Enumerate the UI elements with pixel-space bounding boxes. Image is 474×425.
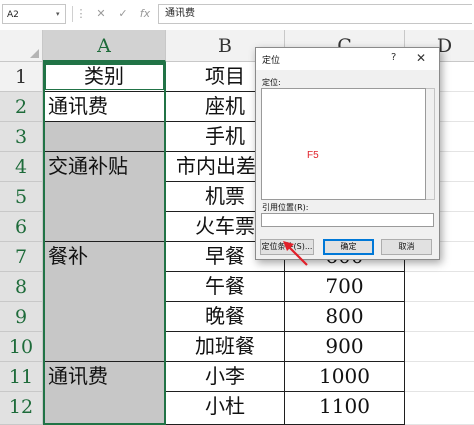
cell-a2[interactable]: 通讯费	[43, 92, 166, 122]
chevron-down-icon[interactable]: ▾	[56, 4, 60, 24]
cancel-icon[interactable]: ✕	[94, 6, 108, 22]
row-header[interactable]: 2	[0, 92, 43, 122]
goto-label: 定位:	[262, 78, 281, 87]
cell-c11[interactable]: 1000	[285, 362, 405, 392]
cell-d12[interactable]	[405, 392, 474, 425]
cell-a9[interactable]	[43, 302, 166, 332]
goto-list-scrollbar[interactable]	[426, 88, 435, 200]
cell-a12[interactable]	[43, 392, 166, 425]
cell-a3[interactable]	[43, 122, 166, 152]
cell-c12[interactable]: 1100	[285, 392, 405, 425]
cell-b11[interactable]: 小李	[166, 362, 285, 392]
row-header[interactable]: 12	[0, 392, 43, 425]
row-header[interactable]: 10	[0, 332, 43, 362]
cell-d8[interactable]	[405, 272, 474, 302]
column-header-a[interactable]: A	[43, 30, 166, 62]
reference-label: 引用位置(R):	[262, 203, 309, 212]
cell-b8[interactable]: 午餐	[166, 272, 285, 302]
row-header[interactable]: 1	[0, 62, 43, 92]
row-header[interactable]: 5	[0, 182, 43, 212]
cancel-button[interactable]: 取消	[381, 239, 432, 255]
goto-dialog: 定位 ? ✕ 定位: F5 引用位置(R): 定位条件(S)... 确定 取消	[255, 47, 440, 260]
cell-b9[interactable]: 晚餐	[166, 302, 285, 332]
special-button[interactable]: 定位条件(S)...	[260, 239, 314, 255]
cell-a1[interactable]: 类别	[43, 62, 166, 92]
cell-b12[interactable]: 小杜	[166, 392, 285, 425]
cell-a6[interactable]	[43, 212, 166, 242]
cell-a7[interactable]: 餐补	[43, 242, 166, 272]
cell-c10[interactable]: 900	[285, 332, 405, 362]
dialog-title: 定位	[262, 56, 281, 66]
cell-a8[interactable]	[43, 272, 166, 302]
cell-b10[interactable]: 加班餐	[166, 332, 285, 362]
dialog-titlebar[interactable]: 定位 ? ✕	[256, 48, 439, 70]
help-icon[interactable]: ?	[391, 52, 396, 63]
cell-a11[interactable]: 通讯费	[43, 362, 166, 392]
confirm-icon[interactable]: ✓	[116, 6, 130, 22]
cell-d11[interactable]	[405, 362, 474, 392]
select-all-icon	[30, 49, 39, 58]
cell-a10[interactable]	[43, 332, 166, 362]
close-icon[interactable]: ✕	[416, 51, 426, 65]
goto-list[interactable]	[261, 88, 426, 200]
row-header[interactable]: 6	[0, 212, 43, 242]
row-header[interactable]: 7	[0, 242, 43, 272]
select-all-button[interactable]	[0, 30, 43, 62]
formula-input[interactable]: 通讯费	[158, 4, 472, 24]
cell-a5[interactable]	[43, 182, 166, 212]
row-header[interactable]: 8	[0, 272, 43, 302]
formula-bar: A2 ▾ ⋮ ✕ ✓ fx 通讯费	[0, 0, 474, 31]
row-header[interactable]: 11	[0, 362, 43, 392]
cell-a4[interactable]: 交通补贴	[43, 152, 166, 182]
cell-c8[interactable]: 700	[285, 272, 405, 302]
row-header[interactable]: 4	[0, 152, 43, 182]
cell-d10[interactable]	[405, 332, 474, 362]
cell-c9[interactable]: 800	[285, 302, 405, 332]
cell-d9[interactable]	[405, 302, 474, 332]
ok-button[interactable]: 确定	[323, 239, 374, 255]
function-icon[interactable]: fx	[136, 6, 154, 22]
row-header[interactable]: 3	[0, 122, 43, 152]
more-icon[interactable]: ⋮	[74, 6, 88, 22]
divider	[72, 6, 73, 22]
shortcut-annotation: F5	[307, 150, 319, 161]
reference-input[interactable]	[261, 213, 434, 227]
row-header[interactable]: 9	[0, 302, 43, 332]
